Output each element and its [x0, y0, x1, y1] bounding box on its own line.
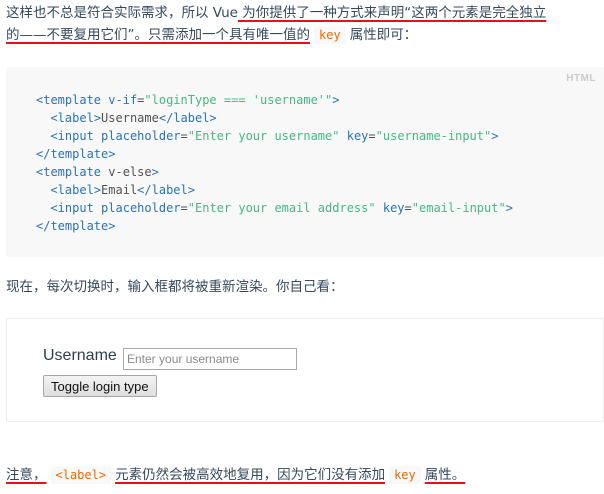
note-paragraph: 注意， <label> 元素仍然会被高效地复用，因为它们没有添加 key 属性。: [6, 464, 465, 486]
code-line: <label>Username</label>: [50, 111, 217, 125]
code-line: <template v-if="loginType === 'username'…: [36, 93, 340, 107]
intro-text-2: 为你提供了一种方式来声明“这两个元素是完全独立: [237, 5, 547, 21]
intro-line-1: 这样也不总是符合实际需求，所以 Vue 为你提供了一种方式来声明“这两个元素是完…: [6, 2, 546, 24]
code-line: </template>: [36, 219, 116, 233]
code-line: <label>Email</label>: [50, 183, 195, 197]
intro-text-1: 这样也不总是符合实际需求，所以: [6, 5, 213, 21]
code-line: <template v-else>: [36, 165, 159, 179]
code-line: <input placeholder="Enter your email add…: [50, 201, 513, 215]
demo-box: Username Toggle login type: [6, 318, 604, 422]
demo-username-label: Username: [43, 347, 117, 364]
code-block: HTML <template v-if="loginType === 'user…: [6, 67, 604, 257]
now-paragraph: 现在，每次切换时，输入框都将被重新渲染。你自己看：: [6, 279, 344, 295]
code-language-label: HTML: [566, 73, 596, 84]
intro-paragraph: 这样也不总是符合实际需求，所以 Vue 为你提供了一种方式来声明“这两个元素是完…: [6, 2, 546, 46]
inline-code-key: key: [314, 26, 346, 44]
note-text-3: 属性。: [424, 467, 466, 483]
code-line: </template>: [36, 147, 116, 161]
intro-text-4: 属性即可：: [349, 27, 418, 43]
intro-text-3: 的——不要复用它们”。只需添加一个具有唯一值的: [6, 27, 310, 43]
toggle-login-type-button[interactable]: Toggle login type: [43, 375, 157, 397]
note-text-1: 注意，: [6, 467, 47, 483]
vue-link[interactable]: Vue: [213, 5, 238, 21]
inline-code-key-2: key: [389, 466, 421, 484]
demo-username-input[interactable]: [123, 348, 297, 370]
code-line: <input placeholder="Enter your username"…: [50, 129, 499, 143]
inline-code-label: <label>: [50, 466, 112, 484]
intro-line-2: 的——不要复用它们”。只需添加一个具有唯一值的 key 属性即可：: [6, 24, 546, 46]
code-lines: <template v-if="loginType === 'username'…: [36, 91, 604, 235]
docs-page: 这样也不总是符合实际需求，所以 Vue 为你提供了一种方式来声明“这两个元素是完…: [0, 0, 604, 494]
note-text-2: 元素仍然会被高效地复用，因为它们没有添加: [115, 467, 386, 483]
